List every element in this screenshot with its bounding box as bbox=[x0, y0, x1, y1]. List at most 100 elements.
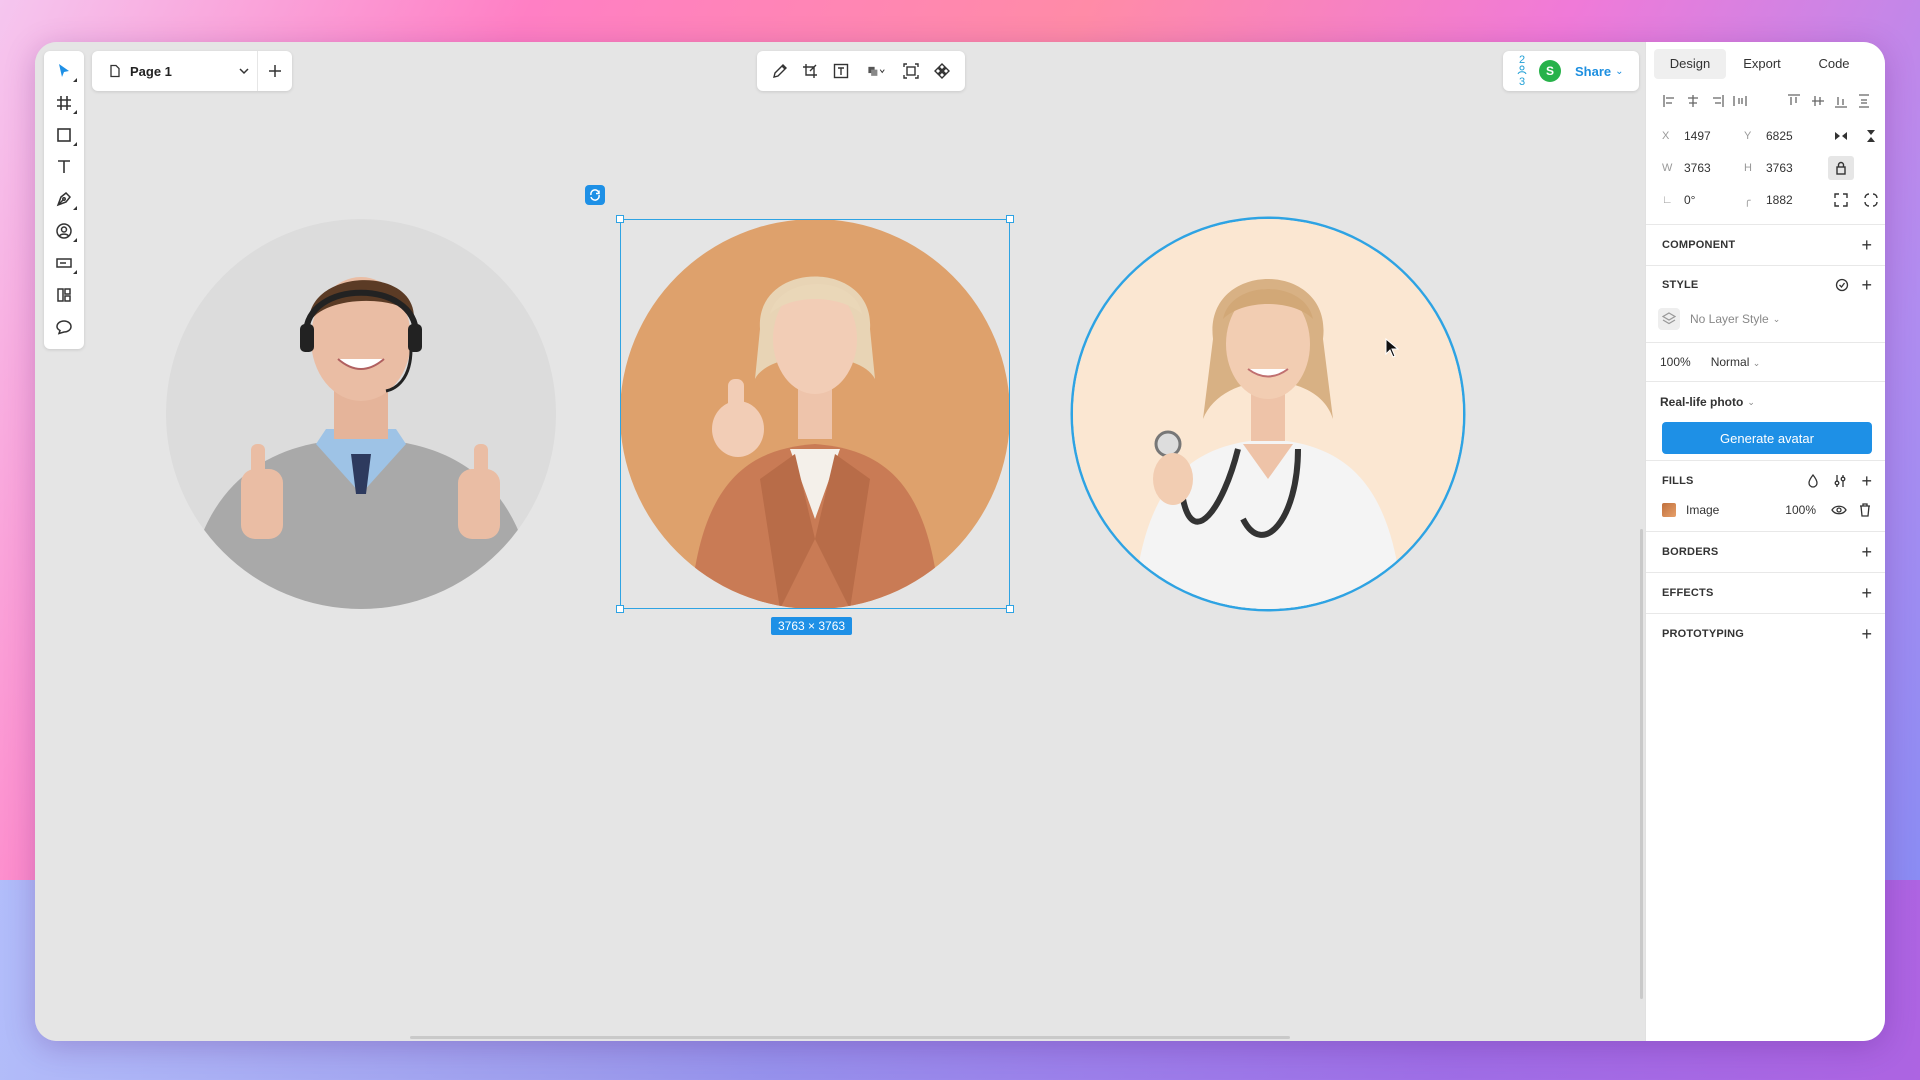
x-label: X bbox=[1662, 130, 1670, 142]
layer-style-icon bbox=[1658, 308, 1680, 330]
avatar-image-doctor[interactable] bbox=[1073, 219, 1463, 609]
generate-avatar-button[interactable]: Generate avatar bbox=[1662, 422, 1872, 454]
shapes-tool[interactable] bbox=[858, 58, 894, 84]
y-label: Y bbox=[1744, 130, 1752, 142]
frame-tool[interactable] bbox=[48, 87, 80, 119]
align-bottom-icon[interactable] bbox=[1833, 93, 1849, 109]
flip-horizontal-button[interactable] bbox=[1828, 124, 1854, 148]
rectangle-tool[interactable] bbox=[48, 119, 80, 151]
y-input[interactable]: 6825 bbox=[1766, 129, 1826, 143]
resize-handle-top-right[interactable] bbox=[1006, 215, 1014, 223]
align-top-icon[interactable] bbox=[1786, 93, 1802, 109]
mouse-cursor-icon bbox=[1385, 338, 1399, 358]
crop-tool[interactable] bbox=[797, 58, 823, 84]
tab-code[interactable]: Code bbox=[1798, 49, 1870, 79]
plus-icon bbox=[269, 65, 281, 77]
tab-design[interactable]: Design bbox=[1654, 49, 1726, 79]
horizontal-scrollbar[interactable] bbox=[410, 1036, 1290, 1039]
viewer-count[interactable]: 2 3 bbox=[1513, 55, 1531, 88]
component-title: COMPONENT bbox=[1662, 239, 1736, 251]
check-circle-icon[interactable] bbox=[1835, 278, 1849, 292]
vertical-scrollbar[interactable] bbox=[1640, 529, 1643, 999]
h-label: H bbox=[1744, 162, 1752, 174]
text-box-icon bbox=[833, 63, 849, 79]
add-border-icon[interactable]: + bbox=[1861, 543, 1872, 561]
avatar-photo bbox=[166, 219, 556, 609]
viewer-count-bottom: 3 bbox=[1518, 76, 1526, 88]
delete-fill-button[interactable] bbox=[1852, 503, 1878, 517]
component-icon bbox=[933, 63, 950, 79]
lock-icon bbox=[1836, 161, 1846, 175]
opacity-input[interactable]: 100% bbox=[1660, 355, 1691, 369]
align-center-vertical-icon[interactable] bbox=[1810, 93, 1826, 109]
add-effect-icon[interactable]: + bbox=[1861, 584, 1872, 602]
width-input[interactable]: 3763 bbox=[1684, 161, 1744, 175]
input-tool[interactable] bbox=[48, 247, 80, 279]
corner-radius-icon: ╭ bbox=[1744, 194, 1751, 207]
rotation-icon: ∟ bbox=[1662, 194, 1673, 206]
avatar-tool[interactable] bbox=[48, 215, 80, 247]
avatar-image-man-headset[interactable] bbox=[166, 219, 556, 609]
flip-vertical-button[interactable] bbox=[1858, 124, 1884, 148]
independent-corners-button[interactable] bbox=[1828, 188, 1854, 212]
blend-mode-select[interactable]: Normal ⌄ bbox=[1711, 355, 1761, 369]
clip-content-button[interactable] bbox=[1858, 188, 1884, 212]
fill-type-label: Image bbox=[1686, 503, 1720, 517]
text-box-tool[interactable] bbox=[828, 58, 854, 84]
panel-tabs: Design Export Code bbox=[1646, 48, 1885, 80]
drop-icon[interactable] bbox=[1807, 474, 1819, 488]
pencil-tool[interactable] bbox=[767, 58, 793, 84]
component-tool[interactable] bbox=[929, 58, 955, 84]
text-t-icon bbox=[58, 160, 70, 173]
move-tool[interactable] bbox=[48, 55, 80, 87]
pen-tool[interactable] bbox=[48, 183, 80, 215]
fill-opacity-input[interactable]: 100% bbox=[1785, 503, 1816, 517]
chevron-down-icon[interactable]: ⌄ bbox=[1615, 66, 1623, 77]
align-right-icon[interactable] bbox=[1709, 93, 1725, 109]
tab-export[interactable]: Export bbox=[1726, 49, 1798, 79]
adjust-icon[interactable] bbox=[1833, 474, 1847, 488]
visibility-toggle[interactable] bbox=[1826, 504, 1852, 516]
align-left-icon[interactable] bbox=[1662, 93, 1678, 109]
add-component-icon[interactable]: + bbox=[1861, 236, 1872, 254]
prototyping-section: PROTOTYPING + bbox=[1646, 613, 1885, 654]
selection-box[interactable] bbox=[620, 219, 1010, 609]
collaboration-bar: 2 3 S Share ⌄ bbox=[1503, 51, 1639, 91]
resize-handle-top-left[interactable] bbox=[616, 215, 624, 223]
resize-handle-bottom-left[interactable] bbox=[616, 605, 624, 613]
add-page-button[interactable] bbox=[258, 64, 292, 78]
x-input[interactable]: 1497 bbox=[1684, 129, 1744, 143]
add-fill-icon[interactable]: + bbox=[1861, 472, 1872, 490]
add-style-icon[interactable]: + bbox=[1861, 276, 1872, 294]
trash-icon bbox=[1860, 503, 1870, 517]
lock-ratio-button[interactable] bbox=[1828, 156, 1854, 180]
pencil-icon bbox=[773, 64, 788, 78]
page-selector[interactable]: Page 1 bbox=[92, 51, 292, 91]
text-tool[interactable] bbox=[48, 151, 80, 183]
align-center-horizontal-icon[interactable] bbox=[1685, 93, 1701, 109]
add-prototype-icon[interactable]: + bbox=[1861, 625, 1872, 643]
share-button[interactable]: Share bbox=[1575, 64, 1611, 79]
comment-tool[interactable] bbox=[48, 311, 80, 343]
chevron-down-icon: ⌄ bbox=[1747, 396, 1755, 407]
fill-item[interactable]: Image 100% bbox=[1646, 495, 1885, 525]
user-avatar[interactable]: S bbox=[1539, 60, 1561, 82]
layout-tool[interactable] bbox=[48, 279, 80, 311]
photo-type-select[interactable]: Real-life photo ⌄ bbox=[1646, 381, 1885, 422]
rotation-input[interactable]: 0° bbox=[1684, 193, 1744, 207]
swap-image-button[interactable] bbox=[585, 185, 605, 205]
fill-thumbnail[interactable] bbox=[1662, 503, 1676, 517]
layer-style-select[interactable]: No Layer Style ⌄ bbox=[1646, 304, 1885, 334]
size-row: W 3763 H 3763 bbox=[1646, 152, 1885, 184]
canvas[interactable]: Page 1 2 3 S Share ⌄ 3763 × 3763 bbox=[35, 42, 1645, 1041]
chevron-down-icon[interactable] bbox=[237, 64, 251, 78]
height-input[interactable]: 3763 bbox=[1766, 161, 1826, 175]
frame-select-tool[interactable] bbox=[898, 58, 924, 84]
distribute-vertical-icon[interactable] bbox=[1856, 93, 1872, 109]
distribute-horizontal-icon[interactable] bbox=[1732, 93, 1748, 109]
pen-icon bbox=[56, 191, 72, 207]
resize-handle-bottom-right[interactable] bbox=[1006, 605, 1014, 613]
page-name: Page 1 bbox=[130, 63, 172, 79]
comment-bubble-icon bbox=[56, 320, 72, 335]
corner-radius-input[interactable]: 1882 bbox=[1766, 193, 1826, 207]
